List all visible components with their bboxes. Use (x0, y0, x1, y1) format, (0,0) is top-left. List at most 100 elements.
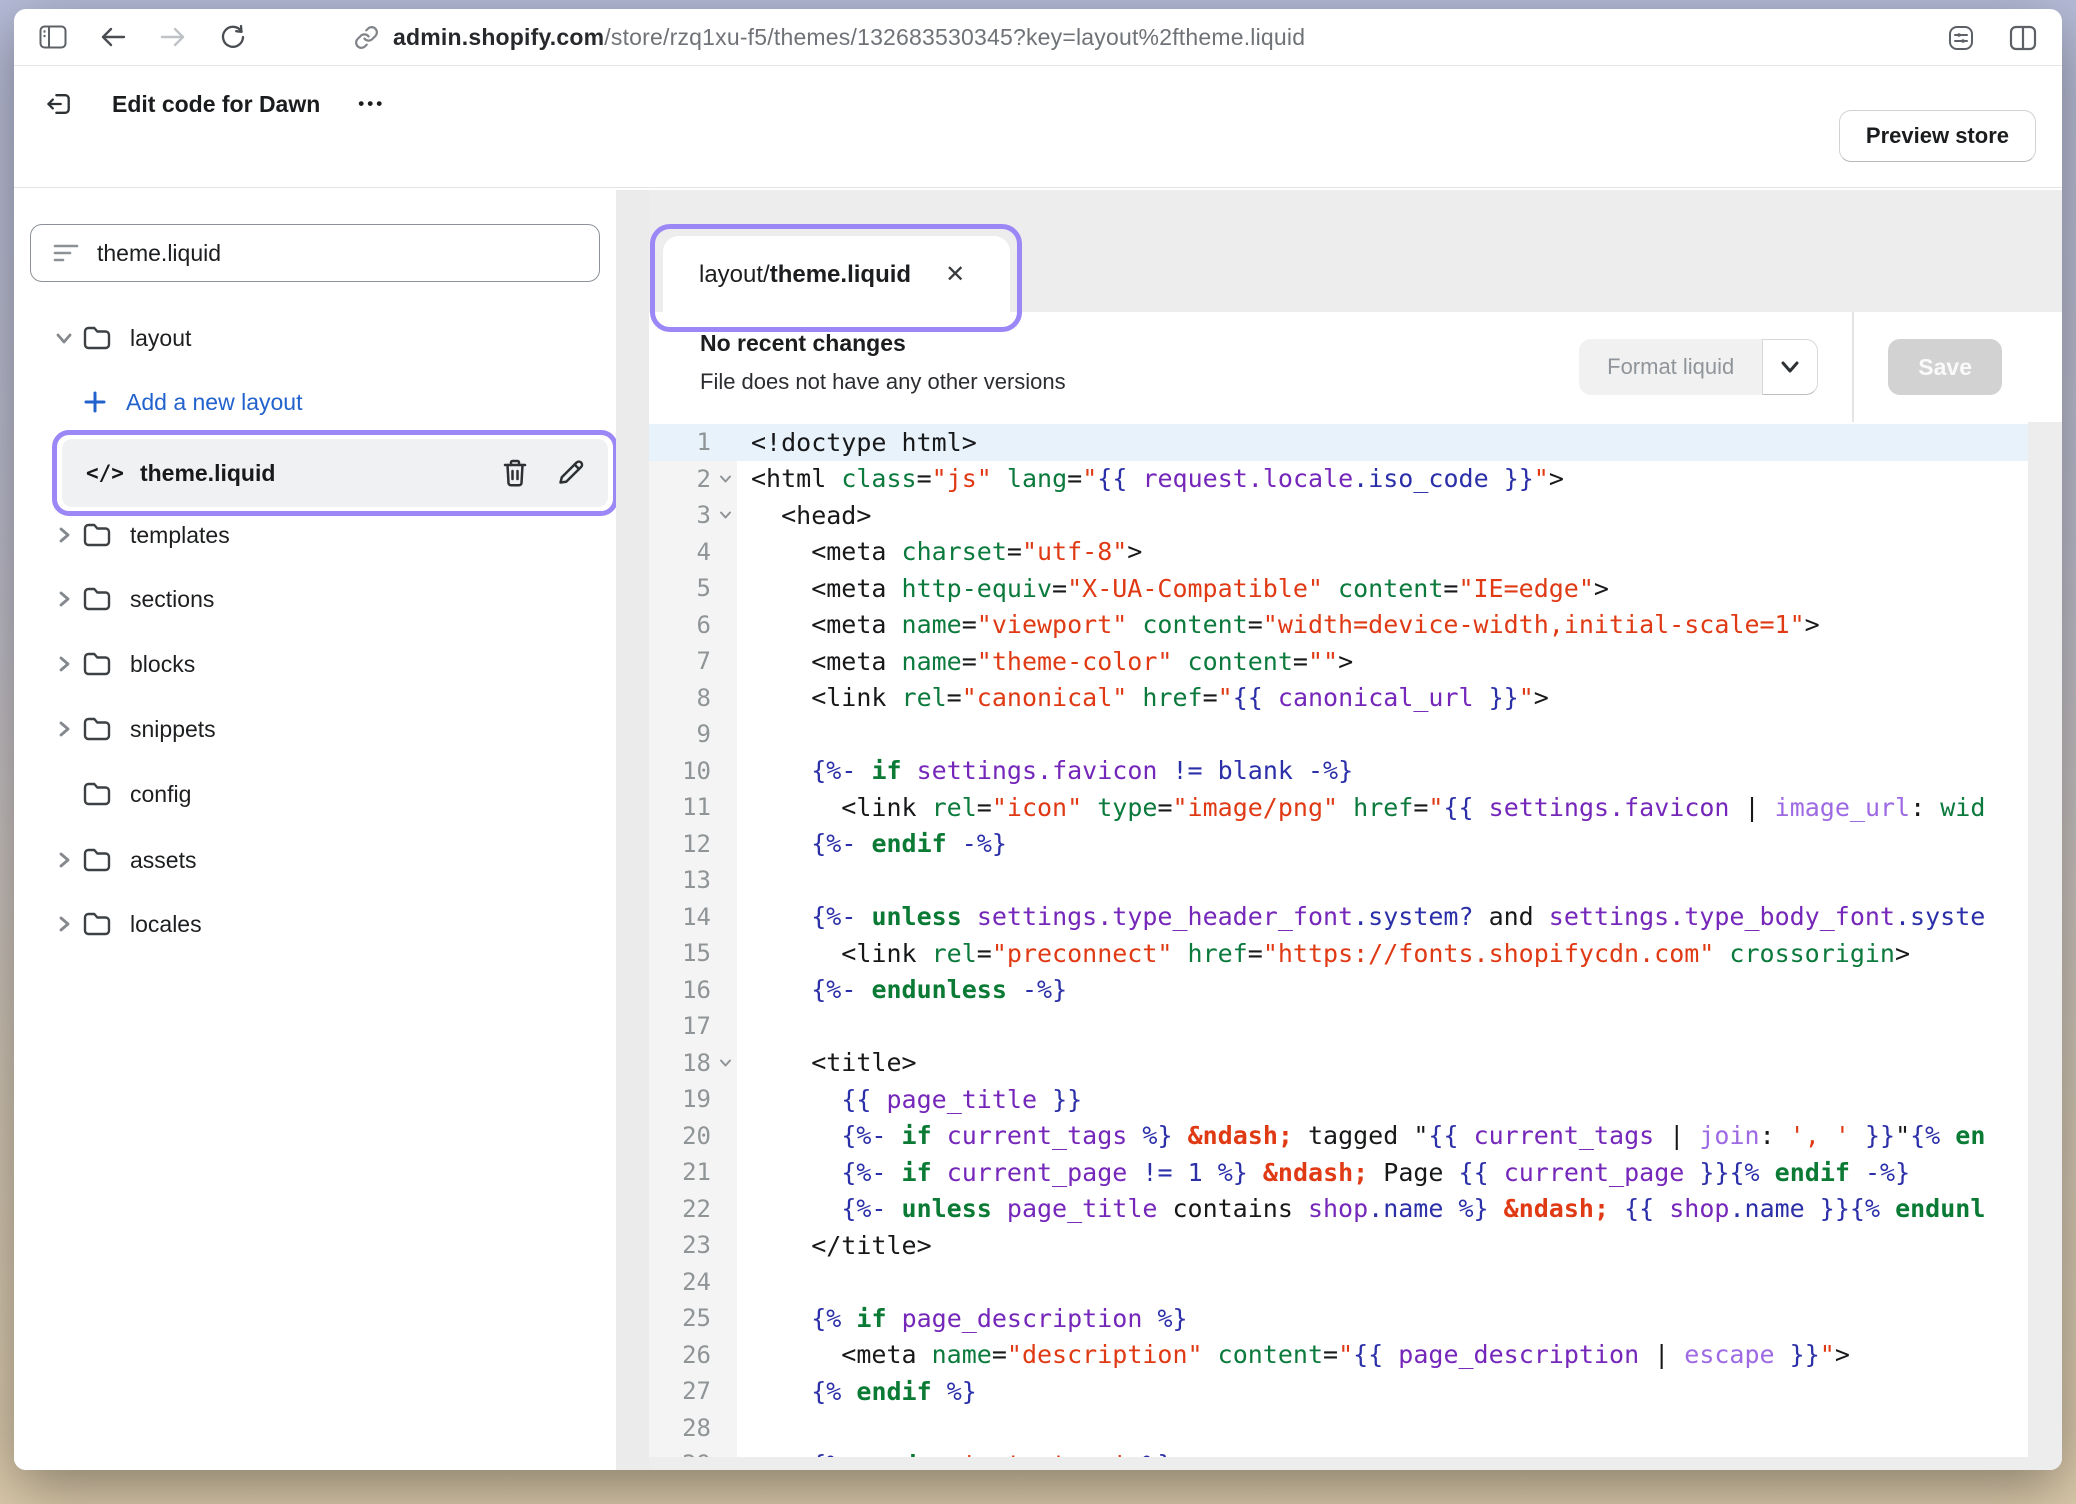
code-text: <meta name="description" content="{{ pag… (737, 1337, 2028, 1374)
code-text: {{ page_title }} (737, 1081, 2028, 1118)
line-number: 29 (649, 1446, 737, 1457)
code-text: <title> (737, 1045, 2028, 1082)
code-line-25[interactable]: 25 {% if page_description %} (649, 1300, 2028, 1337)
line-number: 21 (649, 1154, 737, 1191)
code-line-2[interactable]: 2<html class="js" lang="{{ request.local… (649, 461, 2028, 498)
chevron-down-icon[interactable] (46, 330, 82, 346)
line-number: 15 (649, 935, 737, 972)
sidebar-item-sections[interactable]: sections (14, 575, 616, 623)
code-line-19[interactable]: 19 {{ page_title }} (649, 1081, 2028, 1118)
preview-store-button[interactable]: Preview store (1839, 110, 2036, 162)
exit-editor-icon[interactable] (44, 89, 74, 119)
chevron-right-icon[interactable] (46, 588, 82, 610)
page-settings-icon[interactable] (1946, 23, 1976, 53)
code-text: {%- if settings.favicon != blank -%} (737, 753, 2028, 790)
code-editor-panel: layout/theme.liquid ✕ No recent changes … (649, 190, 2062, 1470)
sidebar-item-layout[interactable]: layout (14, 314, 616, 362)
code-line-28[interactable]: 28 (649, 1410, 2028, 1447)
code-line-29[interactable]: 29 {% render 'meta-tags' %} (649, 1446, 2028, 1457)
sidebar-item-assets[interactable]: assets (14, 836, 616, 884)
more-actions-button[interactable]: ••• (358, 94, 385, 114)
tab-layout-theme-liquid[interactable]: layout/theme.liquid ✕ (663, 236, 1010, 320)
chevron-right-icon[interactable] (46, 718, 82, 740)
folder-icon (82, 781, 112, 807)
code-viewport[interactable]: 1<!doctype html>2<html class="js" lang="… (649, 422, 2028, 1457)
chevron-right-icon[interactable] (46, 653, 82, 675)
format-liquid-button[interactable]: Format liquid (1579, 339, 1762, 395)
code-line-6[interactable]: 6 <meta name="viewport" content="width=d… (649, 607, 2028, 644)
code-text: <link rel="icon" type="image/png" href="… (737, 789, 2028, 826)
code-line-22[interactable]: 22 {%- unless page_title contains shop.n… (649, 1191, 2028, 1228)
code-text: {% endif %} (737, 1373, 2028, 1410)
line-number: 2 (649, 461, 737, 498)
sidebar-item-templates[interactable]: templates (14, 511, 616, 559)
forward-button[interactable] (158, 22, 188, 52)
chevron-right-icon[interactable] (46, 849, 82, 871)
code-line-13[interactable]: 13 (649, 862, 2028, 899)
save-button[interactable]: Save (1888, 339, 2002, 395)
code-line-1[interactable]: 1<!doctype html> (649, 424, 2028, 461)
code-line-10[interactable]: 10 {%- if settings.favicon != blank -%} (649, 753, 2028, 790)
address-bar[interactable]: admin.shopify.com/store/rzq1xu-f5/themes… (354, 9, 1305, 66)
pencil-icon[interactable] (556, 457, 586, 489)
back-button[interactable] (98, 22, 128, 52)
filter-icon (53, 242, 79, 264)
folder-icon (82, 586, 112, 612)
sidebar-item-theme-liquid[interactable]: </>theme.liquid (62, 439, 608, 507)
sidebar-item-snippets[interactable]: snippets (14, 705, 616, 753)
item-label: layout (130, 325, 191, 352)
fold-chevron-icon[interactable] (718, 472, 733, 485)
sidebar-item-locales[interactable]: locales (14, 900, 616, 948)
file-search-input[interactable]: theme.liquid (30, 224, 600, 282)
format-liquid-dropdown[interactable] (1762, 339, 1818, 395)
code-line-9[interactable]: 9 (649, 716, 2028, 753)
code-line-4[interactable]: 4 <meta charset="utf-8"> (649, 534, 2028, 571)
code-text (737, 716, 2028, 753)
url-text: admin.shopify.com/store/rzq1xu-f5/themes… (393, 24, 1305, 51)
code-text: </title> (737, 1227, 2028, 1264)
sidebar-item-add-new-layout[interactable]: Add a new layout (14, 378, 616, 426)
code-line-24[interactable]: 24 (649, 1264, 2028, 1301)
code-line-27[interactable]: 27 {% endif %} (649, 1373, 2028, 1410)
code-line-18[interactable]: 18 <title> (649, 1045, 2028, 1082)
sidebar-item-blocks[interactable]: blocks (14, 640, 616, 688)
line-number: 16 (649, 972, 737, 1009)
item-label: Add a new layout (126, 389, 302, 416)
item-label: blocks (130, 651, 195, 678)
chevron-right-icon[interactable] (46, 524, 82, 546)
code-text: <meta charset="utf-8"> (737, 534, 2028, 571)
url-path: /store/rzq1xu-f5/themes/132683530345?key… (604, 24, 1305, 50)
fold-chevron-icon[interactable] (718, 509, 733, 522)
code-line-7[interactable]: 7 <meta name="theme-color" content=""> (649, 643, 2028, 680)
app-header: Edit code for Dawn ••• Preview store (14, 66, 2062, 188)
split-view-icon[interactable] (2008, 23, 2038, 53)
code-line-8[interactable]: 8 <link rel="canonical" href="{{ canonic… (649, 680, 2028, 717)
line-number: 7 (649, 643, 737, 680)
code-line-5[interactable]: 5 <meta http-equiv="X-UA-Compatible" con… (649, 570, 2028, 607)
code-line-26[interactable]: 26 <meta name="description" content="{{ … (649, 1337, 2028, 1374)
code-text: {%- endif -%} (737, 826, 2028, 863)
code-line-21[interactable]: 21 {%- if current_page != 1 %} &ndash; P… (649, 1154, 2028, 1191)
code-line-15[interactable]: 15 <link rel="preconnect" href="https://… (649, 935, 2028, 972)
tab-close-icon[interactable]: ✕ (945, 263, 965, 287)
code-line-20[interactable]: 20 {%- if current_tags %} &ndash; tagged… (649, 1118, 2028, 1155)
sidebar-item-config[interactable]: config (14, 770, 616, 818)
code-line-3[interactable]: 3 <head> (649, 497, 2028, 534)
code-line-17[interactable]: 17 (649, 1008, 2028, 1045)
code-text (737, 1264, 2028, 1301)
reload-button[interactable] (218, 22, 248, 52)
trash-icon[interactable] (500, 457, 530, 489)
code-line-23[interactable]: 23 </title> (649, 1227, 2028, 1264)
code-line-11[interactable]: 11 <link rel="icon" type="image/png" hre… (649, 789, 2028, 826)
sidebar-toggle-icon[interactable] (38, 22, 68, 52)
code-line-16[interactable]: 16 {%- endunless -%} (649, 972, 2028, 1009)
code-line-14[interactable]: 14 {%- unless settings.type_header_font.… (649, 899, 2028, 936)
line-number: 24 (649, 1264, 737, 1301)
code-line-12[interactable]: 12 {%- endif -%} (649, 826, 2028, 863)
fold-chevron-icon[interactable] (718, 1056, 733, 1069)
line-number: 26 (649, 1337, 737, 1374)
item-label: snippets (130, 716, 216, 743)
chevron-right-icon[interactable] (46, 913, 82, 935)
chevron-down-icon (1780, 360, 1800, 374)
code-text: {% if page_description %} (737, 1300, 2028, 1337)
